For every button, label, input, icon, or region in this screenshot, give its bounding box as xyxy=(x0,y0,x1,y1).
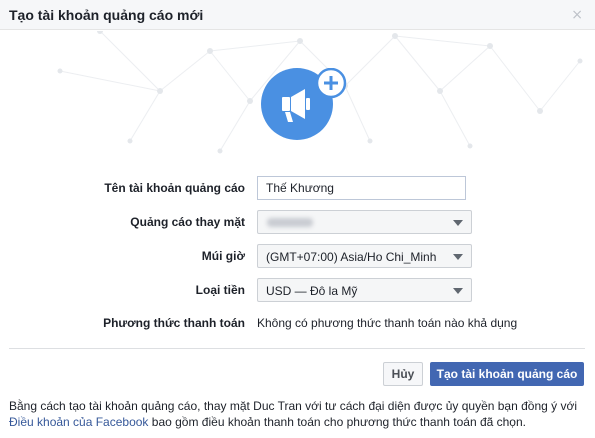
plus-icon xyxy=(315,68,347,99)
currency-label: Loại tiền xyxy=(195,283,245,297)
facebook-terms-link[interactable]: Điều khoản của Facebook xyxy=(9,415,148,429)
chevron-down-icon xyxy=(453,220,463,226)
redacted-value xyxy=(267,218,313,227)
create-ad-account-dialog: Tạo tài khoản quảng cáo mới × Tên tài kh… xyxy=(0,0,595,438)
ads-for-row: Quảng cáo thay mặt xyxy=(0,210,595,234)
account-name-input[interactable]: Thế Khương xyxy=(257,176,466,200)
timezone-row: Múi giờ (GMT+07:00) Asia/Ho Chi_Minh xyxy=(0,244,595,268)
close-icon[interactable]: × xyxy=(571,6,583,24)
terms-text-before: Bằng cách tạo tài khoản quảng cáo, thay … xyxy=(9,399,578,413)
currency-value: USD — Đô la Mỹ xyxy=(266,284,358,298)
dialog-title: Tạo tài khoản quảng cáo mới xyxy=(9,7,204,23)
ads-for-select[interactable] xyxy=(257,210,472,234)
currency-select[interactable]: USD — Đô la Mỹ xyxy=(257,278,472,302)
terms-text-after: bao gồm điều khoản thanh toán cho phương… xyxy=(148,415,526,429)
chevron-down-icon xyxy=(453,254,463,260)
account-name-label: Tên tài khoản quảng cáo xyxy=(104,181,245,195)
ads-for-label: Quảng cáo thay mặt xyxy=(130,215,245,229)
payment-value: Không có phương thức thanh toán nào khả … xyxy=(257,316,518,330)
cancel-button[interactable]: Hủy xyxy=(383,362,423,386)
chevron-down-icon xyxy=(453,288,463,294)
account-name-row: Tên tài khoản quảng cáo Thế Khương xyxy=(0,176,595,200)
dialog-header: Tạo tài khoản quảng cáo mới × xyxy=(0,0,595,30)
megaphone-icon xyxy=(261,68,347,140)
timezone-value: (GMT+07:00) Asia/Ho Chi_Minh xyxy=(266,250,437,264)
divider xyxy=(9,348,585,349)
timezone-label: Múi giờ xyxy=(201,249,245,263)
payment-row: Phương thức thanh toán Không có phương t… xyxy=(0,311,595,335)
payment-label: Phương thức thanh toán xyxy=(103,316,245,330)
terms-notice: Bằng cách tạo tài khoản quảng cáo, thay … xyxy=(9,398,589,430)
create-ad-account-button[interactable]: Tạo tài khoản quảng cáo xyxy=(430,362,584,386)
currency-row: Loại tiền USD — Đô la Mỹ xyxy=(0,278,595,302)
timezone-select[interactable]: (GMT+07:00) Asia/Ho Chi_Minh xyxy=(257,244,472,268)
